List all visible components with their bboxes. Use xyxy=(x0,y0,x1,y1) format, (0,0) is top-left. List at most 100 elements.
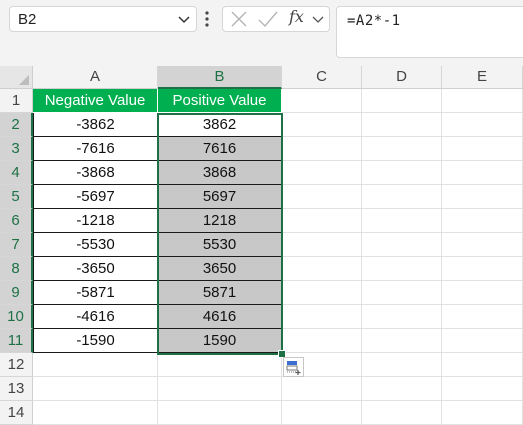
cell-b11[interactable]: 1590 xyxy=(158,329,282,353)
quick-analysis-icon xyxy=(286,361,301,375)
row-header-2[interactable]: 2 xyxy=(0,113,33,137)
cell-d3[interactable] xyxy=(362,137,442,161)
cell-c6[interactable] xyxy=(282,209,362,233)
cancel-icon[interactable] xyxy=(229,7,249,31)
cell-c9[interactable] xyxy=(282,281,362,305)
row-header-12[interactable]: 12 xyxy=(0,353,33,377)
cell-e10[interactable] xyxy=(442,305,523,329)
cell-b4[interactable]: 3868 xyxy=(158,161,282,185)
cell-b3[interactable]: 7616 xyxy=(158,137,282,161)
column-header-e[interactable]: E xyxy=(442,66,523,89)
cell-a1[interactable]: Negative Value xyxy=(33,89,158,113)
cell-d8[interactable] xyxy=(362,257,442,281)
cell-a12[interactable] xyxy=(33,353,158,377)
cell-e4[interactable] xyxy=(442,161,523,185)
cell-e6[interactable] xyxy=(442,209,523,233)
row-header-9[interactable]: 9 xyxy=(0,281,33,305)
cell-c13[interactable] xyxy=(282,377,362,401)
enter-icon[interactable] xyxy=(257,7,279,31)
cell-c4[interactable] xyxy=(282,161,362,185)
chevron-down-icon[interactable] xyxy=(178,15,190,25)
cell-e8[interactable] xyxy=(442,257,523,281)
cell-a3[interactable]: -7616 xyxy=(33,137,158,161)
cell-a4[interactable]: -3868 xyxy=(33,161,158,185)
formula-input[interactable]: =A2*-1 xyxy=(336,6,523,58)
cell-e1[interactable] xyxy=(442,89,523,113)
row-header-7[interactable]: 7 xyxy=(0,233,33,257)
cell-b12[interactable] xyxy=(158,353,282,377)
cell-c11[interactable] xyxy=(282,329,362,353)
cell-b9[interactable]: 5871 xyxy=(158,281,282,305)
row-header-4[interactable]: 4 xyxy=(0,161,33,185)
row-header-13[interactable]: 13 xyxy=(0,377,33,401)
row-header-10[interactable]: 10 xyxy=(0,305,33,329)
cell-b13[interactable] xyxy=(158,377,282,401)
cell-d12[interactable] xyxy=(362,353,442,377)
cell-a5[interactable]: -5697 xyxy=(33,185,158,209)
cell-e11[interactable] xyxy=(442,329,523,353)
cell-a7[interactable]: -5530 xyxy=(33,233,158,257)
cell-a14[interactable] xyxy=(33,401,158,425)
cell-d4[interactable] xyxy=(362,161,442,185)
insert-function-icon[interactable]: fx xyxy=(289,7,311,31)
cell-a9[interactable]: -5871 xyxy=(33,281,158,305)
select-all-button[interactable] xyxy=(0,66,33,89)
cell-d11[interactable] xyxy=(362,329,442,353)
cell-a8[interactable]: -3650 xyxy=(33,257,158,281)
column-header-d[interactable]: D xyxy=(362,66,442,89)
cell-b10[interactable]: 4616 xyxy=(158,305,282,329)
cell-a13[interactable] xyxy=(33,377,158,401)
formula-text: =A2*-1 xyxy=(347,13,401,29)
row-header-3[interactable]: 3 xyxy=(0,137,33,161)
cell-b5[interactable]: 5697 xyxy=(158,185,282,209)
cell-e13[interactable] xyxy=(442,377,523,401)
cell-a10[interactable]: -4616 xyxy=(33,305,158,329)
cell-e2[interactable] xyxy=(442,113,523,137)
cell-c7[interactable] xyxy=(282,233,362,257)
row-header-1[interactable]: 1 xyxy=(0,89,33,113)
row-header-11[interactable]: 11 xyxy=(0,329,33,353)
cell-d6[interactable] xyxy=(362,209,442,233)
cell-e7[interactable] xyxy=(442,233,523,257)
quick-analysis-button[interactable] xyxy=(283,357,304,377)
row-header-6[interactable]: 6 xyxy=(0,209,33,233)
column-header-b[interactable]: B xyxy=(158,66,282,89)
chevron-down-icon[interactable] xyxy=(311,7,325,31)
cell-a6[interactable]: -1218 xyxy=(33,209,158,233)
column-header-c[interactable]: C xyxy=(282,66,362,89)
cell-d1[interactable] xyxy=(362,89,442,113)
cell-a2[interactable]: -3862 xyxy=(33,113,158,137)
cell-c1[interactable] xyxy=(282,89,362,113)
row-header-14[interactable]: 14 xyxy=(0,401,33,425)
cell-d10[interactable] xyxy=(362,305,442,329)
cell-b8[interactable]: 3650 xyxy=(158,257,282,281)
cell-d2[interactable] xyxy=(362,113,442,137)
cell-d5[interactable] xyxy=(362,185,442,209)
cell-b2[interactable]: 3862 xyxy=(158,113,282,137)
name-box[interactable]: B2 xyxy=(9,6,197,32)
cell-e3[interactable] xyxy=(442,137,523,161)
cell-c2[interactable] xyxy=(282,113,362,137)
cell-c5[interactable] xyxy=(282,185,362,209)
cell-b1[interactable]: Positive Value xyxy=(158,89,282,113)
cell-c8[interactable] xyxy=(282,257,362,281)
cell-e14[interactable] xyxy=(442,401,523,425)
row-header-8[interactable]: 8 xyxy=(0,257,33,281)
cell-e5[interactable] xyxy=(442,185,523,209)
more-options-icon[interactable] xyxy=(204,10,210,28)
cell-d14[interactable] xyxy=(362,401,442,425)
cell-d9[interactable] xyxy=(362,281,442,305)
cell-b6[interactable]: 1218 xyxy=(158,209,282,233)
column-header-a[interactable]: A xyxy=(33,66,158,89)
cell-d7[interactable] xyxy=(362,233,442,257)
cell-e12[interactable] xyxy=(442,353,523,377)
cell-d13[interactable] xyxy=(362,377,442,401)
cell-c3[interactable] xyxy=(282,137,362,161)
cell-b7[interactable]: 5530 xyxy=(158,233,282,257)
cell-c10[interactable] xyxy=(282,305,362,329)
cell-b14[interactable] xyxy=(158,401,282,425)
cell-a11[interactable]: -1590 xyxy=(33,329,158,353)
cell-e9[interactable] xyxy=(442,281,523,305)
row-header-5[interactable]: 5 xyxy=(0,185,33,209)
cell-c14[interactable] xyxy=(282,401,362,425)
